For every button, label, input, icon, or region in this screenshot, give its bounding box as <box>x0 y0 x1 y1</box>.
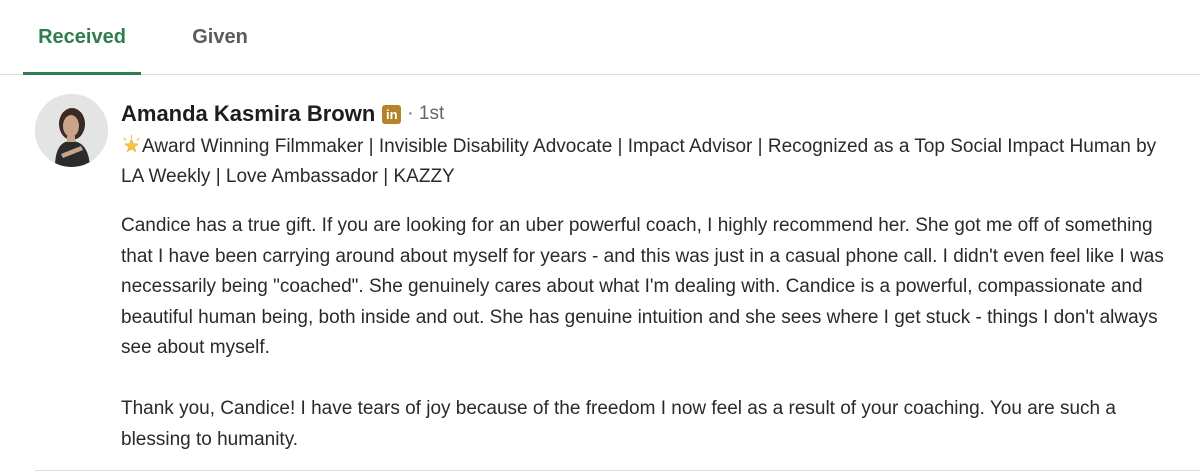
tab-given[interactable]: Given <box>175 0 265 74</box>
recommendation-text: Candice has a true gift. If you are look… <box>121 211 1187 455</box>
author-headline: Award Winning Filmmaker | Invisible Disa… <box>121 132 1161 192</box>
avatar[interactable] <box>35 94 108 167</box>
recommendation-tabs: Received Given <box>0 0 1200 75</box>
author-name[interactable]: Amanda Kasmira Brown <box>121 101 375 127</box>
headline-text: Award Winning Filmmaker | Invisible Disa… <box>121 136 1157 187</box>
tab-received[interactable]: Received <box>23 0 141 75</box>
recommendation-paragraph: Candice has a true gift. If you are look… <box>121 215 1164 358</box>
avatar-photo <box>35 94 108 167</box>
star-icon <box>123 134 140 153</box>
author-row: Amanda Kasmira Brown in · 1st <box>121 98 444 130</box>
recommendation-paragraph: Thank you, Candice! I have tears of joy … <box>121 398 1116 450</box>
linkedin-premium-icon: in <box>382 104 402 124</box>
divider <box>35 470 1200 471</box>
connection-degree: · 1st <box>407 103 445 124</box>
